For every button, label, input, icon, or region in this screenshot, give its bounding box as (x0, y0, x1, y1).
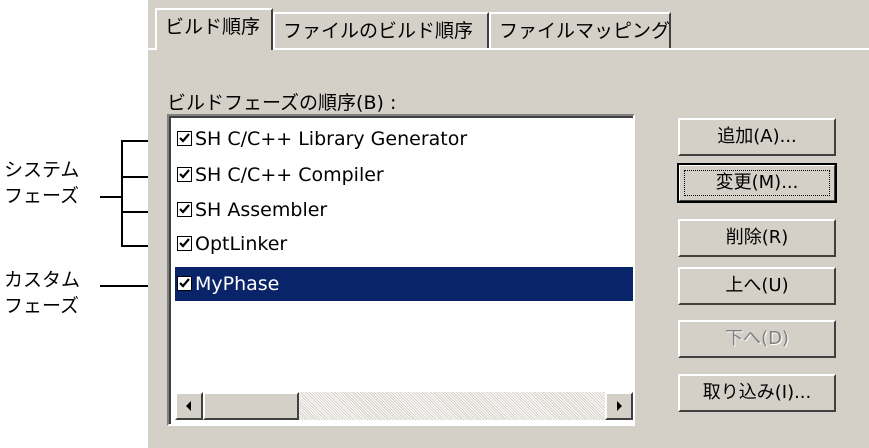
remove-button[interactable]: 削除(R) (678, 219, 836, 257)
arrow-left-icon (186, 401, 191, 411)
phase-label: MyPhase (195, 273, 280, 295)
list-item-phase[interactable]: SH Assembler (175, 193, 633, 227)
modify-button[interactable]: 変更(M)... (677, 163, 837, 203)
arrow-right-icon (617, 401, 622, 411)
custom-phase-label-line2: フェーズ (4, 295, 80, 317)
checkbox-checked-icon[interactable] (177, 131, 192, 146)
move-down-button[interactable]: 下へ(D) (678, 320, 836, 358)
system-phase-label-line1: システム (4, 159, 80, 181)
tab-file-mapping[interactable]: ファイルマッピング (489, 12, 671, 48)
list-item-phase-selected[interactable]: MyPhase (175, 267, 633, 301)
list-item-phase[interactable]: SH C/C++ Library Generator (175, 122, 633, 156)
list-item-phase[interactable]: OptLinker (175, 227, 633, 261)
import-button[interactable]: 取り込み(I)... (678, 374, 836, 412)
scrollbar-thumb[interactable] (203, 392, 299, 420)
checkbox-checked-icon[interactable] (177, 276, 192, 291)
phase-label: SH Assembler (195, 199, 328, 221)
custom-phase-label-line1: カスタム (4, 269, 81, 291)
system-phase-label-line2: フェーズ (4, 185, 80, 207)
list-item-phase[interactable]: SH C/C++ Compiler (175, 158, 633, 192)
phase-order-listbox[interactable]: SH C/C++ Library Generator SH C/C++ Comp… (167, 114, 635, 426)
phase-label: SH C/C++ Library Generator (195, 128, 468, 150)
phase-order-label: ビルドフェーズの順序(B) : (167, 92, 397, 114)
horizontal-scrollbar[interactable] (175, 392, 633, 420)
add-button[interactable]: 追加(A)... (678, 118, 836, 156)
tab-build-order[interactable]: ビルド順序 (155, 8, 273, 50)
move-up-button[interactable]: 上へ(U) (678, 267, 836, 305)
checkbox-checked-icon[interactable] (177, 202, 192, 217)
system-bracket-vertical (121, 140, 123, 246)
system-bracket-stem (100, 196, 122, 198)
scroll-right-button[interactable] (605, 392, 633, 420)
tab-file-build-order[interactable]: ファイルのビルド順序 (273, 12, 489, 48)
scroll-left-button[interactable] (175, 392, 203, 420)
phase-label: SH C/C++ Compiler (195, 164, 384, 186)
phase-label: OptLinker (195, 233, 288, 255)
checkbox-checked-icon[interactable] (177, 236, 192, 251)
checkbox-checked-icon[interactable] (177, 167, 192, 182)
